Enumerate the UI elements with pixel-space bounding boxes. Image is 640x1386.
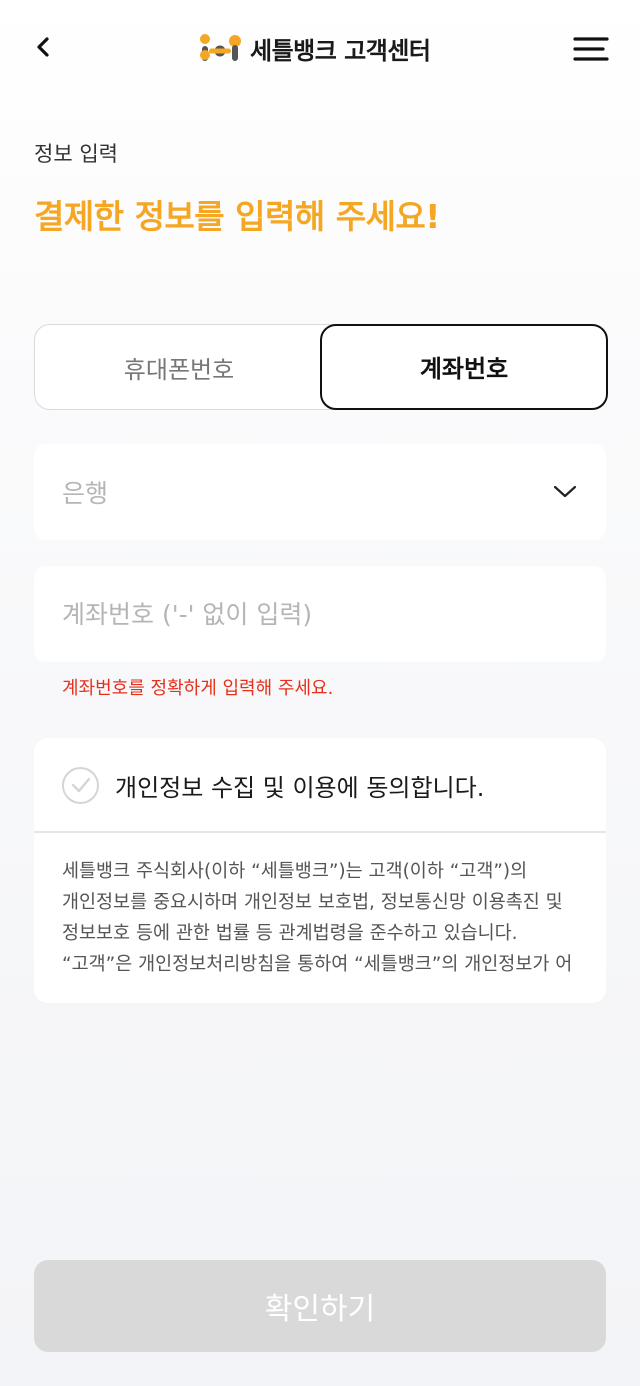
top-bar: 세틀뱅크 고객센터 (0, 0, 640, 96)
bank-select[interactable]: 은행 (34, 444, 606, 540)
privacy-agreement-card: 개인정보 수집 및 이용에 동의합니다. 세틀뱅크 주식회사(이하 “세틀뱅크”… (34, 738, 606, 1003)
menu-button[interactable] (572, 34, 610, 64)
divider (34, 831, 606, 833)
tab-account-number[interactable]: 계좌번호 (320, 323, 608, 410)
header-title: 세틀뱅크 고객센터 (250, 36, 431, 65)
chevron-left-icon (37, 37, 49, 57)
privacy-agree-toggle[interactable]: 개인정보 수집 및 이용에 동의합니다. (34, 738, 606, 832)
agree-label: 개인정보 수집 및 이용에 동의합니다. (115, 773, 485, 802)
account-error-message: 계좌번호를 정확하게 입력해 주세요. (62, 678, 334, 699)
privacy-policy-text[interactable]: 세틀뱅크 주식회사(이하 “세틀뱅크”)는 고객(이하 “고객”)의 개인정보를… (62, 856, 582, 980)
back-button[interactable] (26, 30, 60, 64)
account-number-field[interactable] (34, 566, 606, 662)
page-title: 결제한 정보를 입력해 주세요! (34, 197, 440, 236)
settlebank-logo-icon (200, 34, 241, 61)
account-number-input[interactable] (62, 599, 578, 629)
hamburger-menu-icon (573, 37, 609, 61)
bank-select-placeholder: 은행 (62, 479, 109, 508)
tab-phone-number[interactable]: 휴대폰번호 (35, 324, 323, 410)
confirm-button[interactable]: 확인하기 (34, 1260, 606, 1352)
chevron-down-icon (553, 485, 577, 498)
brand: 세틀뱅크 고객센터 (198, 28, 431, 68)
payment-method-tabs: 휴대폰번호 계좌번호 (34, 323, 608, 410)
check-icon (71, 777, 90, 793)
step-label: 정보 입력 (34, 142, 118, 166)
agree-checkbox[interactable] (62, 766, 99, 804)
